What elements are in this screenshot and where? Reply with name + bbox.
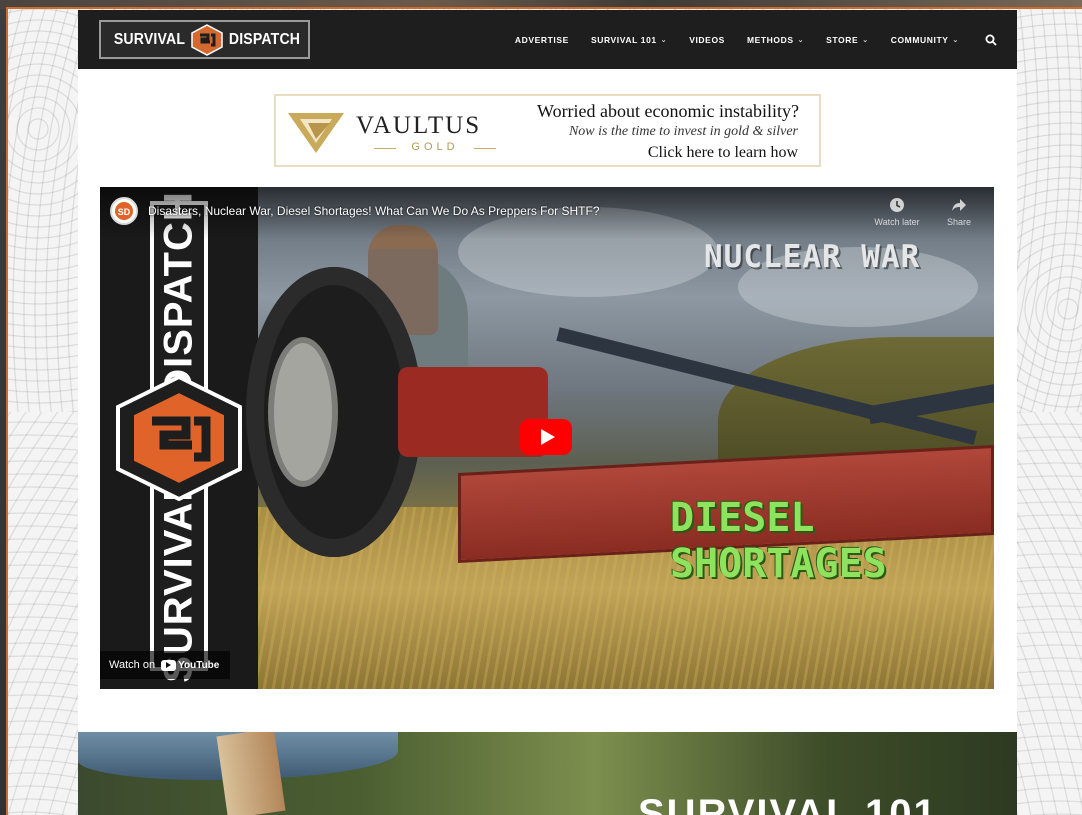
nav-label: COMMUNITY [890, 34, 949, 45]
ad-cta[interactable]: Click here to learn how [648, 144, 798, 162]
site-container: SURVIVAL DISPATCH ADVERTISE SURVIVAL 101… [78, 10, 1017, 815]
watch-on-label: Watch on [109, 659, 156, 671]
feature-title: SURVIVAL 101 [638, 792, 938, 815]
watch-later-button[interactable]: Watch later [874, 197, 920, 227]
watch-later-label: Watch later [874, 217, 920, 227]
accent-border-left [6, 7, 8, 815]
clock-icon [890, 198, 904, 212]
nav-item-methods[interactable]: METHODS ⌄ [747, 35, 804, 45]
ad-banner[interactable]: VAULTUS GOLD Worried about economic inst… [274, 94, 821, 167]
chevron-down-icon: ⌄ [952, 36, 959, 44]
svg-text:SD: SD [118, 207, 131, 217]
search-icon[interactable] [985, 34, 997, 46]
ad-brand: VAULTUS [356, 112, 482, 139]
youtube-logo-icon: YouTube [161, 659, 220, 671]
site-logo[interactable]: SURVIVAL DISPATCH [99, 20, 310, 59]
feature-image[interactable]: SURVIVAL 101 [78, 732, 1017, 815]
chevron-down-icon: ⌄ [797, 36, 805, 44]
nav-item-survival-101[interactable]: SURVIVAL 101 ⌄ [591, 35, 667, 45]
nav-label: SURVIVAL 101 [590, 34, 657, 45]
nav-label: ADVERTISE [514, 34, 569, 45]
watch-on-youtube-button[interactable]: Watch on YouTube [100, 651, 230, 679]
share-button[interactable]: Share [936, 197, 982, 227]
nav-item-store[interactable]: STORE ⌄ [826, 35, 869, 45]
site-header: SURVIVAL DISPATCH ADVERTISE SURVIVAL 101… [78, 10, 1017, 69]
logo-text-right: DISPATCH [228, 30, 301, 48]
nav-label: VIDEOS [689, 34, 725, 45]
accent-border-top [6, 7, 1082, 9]
channel-avatar[interactable]: SD [110, 197, 138, 225]
play-button[interactable] [520, 419, 572, 455]
chevron-down-icon: ⌄ [660, 36, 668, 44]
survival-dispatch-badge-icon [116, 375, 242, 501]
vaultus-logo-icon [288, 113, 344, 153]
youtube-logo-label: YouTube [178, 659, 220, 671]
ad-headline: Worried about economic instability? [537, 101, 799, 121]
overlay-text-bottom: DIESEL SHORTAGES [670, 495, 887, 587]
play-icon [540, 429, 555, 445]
logo-badge-icon [190, 23, 224, 56]
ad-brand-sub: GOLD [374, 141, 496, 153]
video-title-bar: SD Disasters, Nuclear War, Diesel Shorta… [100, 187, 994, 239]
overlay-text-top: NUCLEAR WAR [704, 239, 921, 275]
feature-stick [216, 732, 286, 815]
video-title[interactable]: Disasters, Nuclear War, Diesel Shortages… [148, 204, 600, 218]
video-thumbnail-sidebar: DISPATCH SURVIVAL [100, 187, 258, 689]
chevron-down-icon: ⌄ [862, 36, 869, 44]
share-label: Share [946, 217, 972, 227]
tractor-rim [268, 337, 338, 487]
nav-item-community[interactable]: COMMUNITY ⌄ [891, 35, 959, 45]
share-icon [952, 199, 966, 211]
main-nav: ADVERTISE SURVIVAL 101 ⌄ VIDEOS METHODS … [493, 10, 997, 69]
logo-text-left: SURVIVAL [113, 30, 186, 48]
ad-subline: Now is the time to invest in gold & silv… [568, 124, 798, 139]
nav-item-advertise[interactable]: ADVERTISE [515, 35, 569, 45]
video-thumbnail: NUCLEAR WAR DIESEL SHORTAGES [246, 187, 994, 689]
youtube-embed[interactable]: DISPATCH SURVIVAL NUCLEAR WAR DIESEL SHO… [100, 187, 994, 689]
nav-label: METHODS [746, 34, 794, 45]
nav-label: STORE [826, 34, 859, 45]
nav-item-videos[interactable]: VIDEOS [689, 35, 725, 45]
